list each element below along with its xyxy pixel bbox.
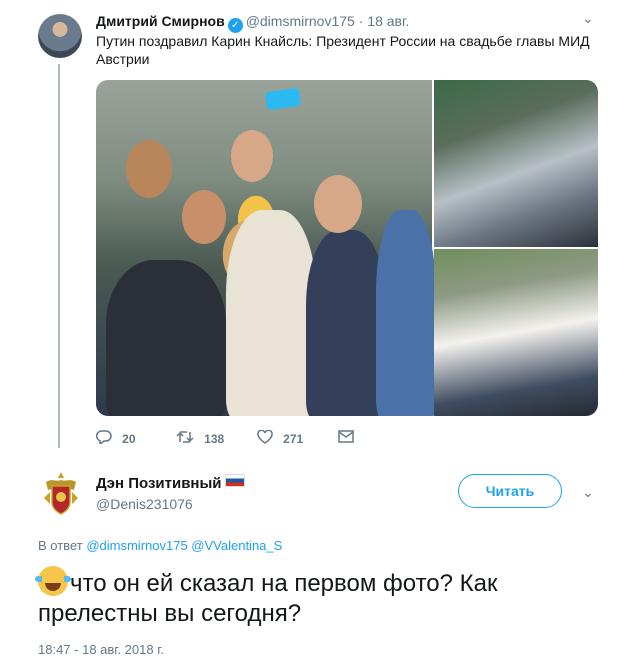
retweet-count: 138 [204,432,225,446]
avatar[interactable] [38,14,82,58]
tweet-header: Дэн Позитивный [96,474,245,493]
russia-flag-icon [224,474,245,487]
reply-context: В ответ @dimsmirnov175 @VValentina_S [38,538,282,553]
reply-prefix: В ответ [38,538,83,553]
direct-message-button[interactable] [338,430,360,447]
reply-mention-link[interactable]: @dimsmirnov175 [86,538,187,553]
like-button[interactable]: 271 [257,429,304,448]
author-name[interactable]: Дмитрий Смирнов [96,13,225,29]
tweet-date[interactable]: 18 авг. [367,13,409,29]
author-handle[interactable]: @dimsmirnov175 [246,13,355,29]
tweet-text: Путин поздравил Карин Кнайсль: Президент… [96,33,590,67]
crying-laughing-emoji-icon [35,566,71,596]
reply-count: 20 [122,432,136,446]
chevron-down-icon[interactable]: ⌄ [582,484,594,501]
tweet-header: Дмитрий Смирнов ✓ @dimsmirnov175 · 18 авг. [96,12,409,33]
emblem-icon [44,472,78,515]
like-count: 271 [283,432,304,446]
tweet-text: что он ей сказал на первом фото? Как пре… [38,570,498,627]
reply-mention-link[interactable]: @VValentina_S [191,538,282,553]
retweet-button[interactable]: 138 [176,430,224,448]
tweet-parent: Дмитрий Смирнов ✓ @dimsmirnov175 · 18 авг.… [0,0,635,460]
photo-bottom-right[interactable] [434,249,598,416]
photo-top-right[interactable] [434,80,598,247]
separator-dot: · [358,13,364,29]
envelope-icon [338,430,354,447]
photo-main[interactable] [96,80,436,416]
tweet-body: что он ей сказал на первом фото? Как пре… [35,566,598,629]
follow-button[interactable]: Читать [458,474,562,508]
author-name[interactable]: Дэн Позитивный [96,475,222,492]
heart-icon [257,429,277,448]
reply-button[interactable]: 20 [95,430,136,448]
chevron-down-icon[interactable]: ⌄ [582,10,594,27]
verified-badge-icon: ✓ [227,18,243,33]
author-handle[interactable]: @Denis231076 [96,496,193,512]
retweet-icon [176,431,198,448]
reply-icon [95,430,116,448]
photo-grid[interactable] [96,80,598,416]
avatar[interactable] [38,470,84,516]
tweet-timestamp[interactable]: 18:47 - 18 авг. 2018 г. [38,642,164,657]
